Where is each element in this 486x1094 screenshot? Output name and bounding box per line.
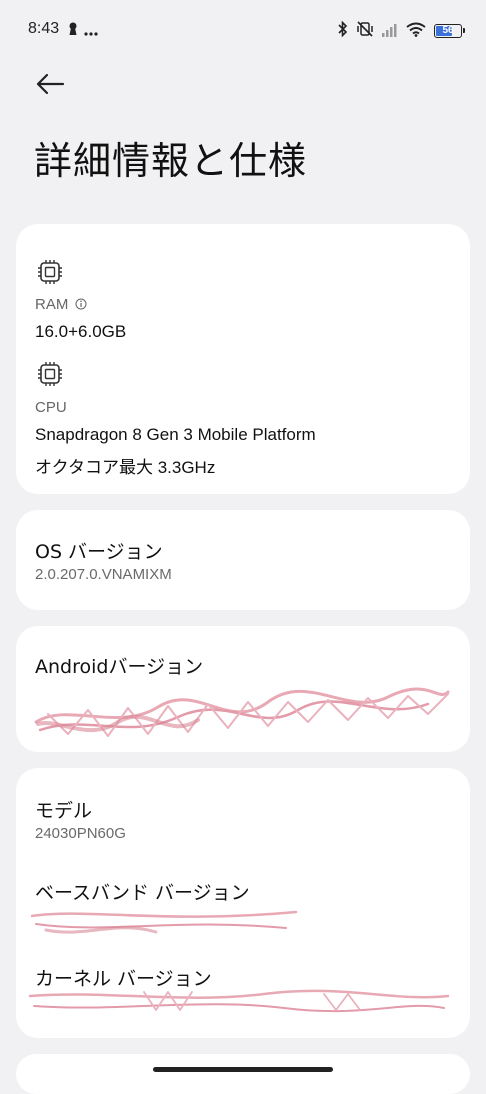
cpu-label: CPU	[35, 399, 67, 416]
status-right-icons: 56	[338, 20, 465, 41]
back-button[interactable]	[30, 66, 70, 102]
status-bar: 8:43 56	[0, 0, 486, 64]
os-version-title: OS バージョン	[35, 541, 163, 563]
bluetooth-icon	[338, 20, 348, 41]
keyhole-icon	[68, 21, 78, 40]
vibrate-off-icon	[356, 21, 374, 41]
cpu-chip-icon	[38, 362, 62, 386]
status-time: 8:43	[28, 20, 60, 37]
next-card-partial	[16, 1054, 470, 1094]
ram-value: 16.0+6.0GB	[35, 322, 127, 341]
os-version-value: 2.0.207.0.VNAMIXM	[35, 566, 172, 583]
specs-card: RAM 16.0+6.0GB CPU Snapdragon 8 Gen 3 Mo…	[16, 224, 470, 494]
baseband-title: ベースバンド バージョン	[35, 882, 250, 904]
home-indicator[interactable]	[153, 1067, 333, 1072]
os-version-card[interactable]: OS バージョン 2.0.207.0.VNAMIXM	[16, 510, 470, 610]
device-info-card: モデル 24030PN60G ベースバンド バージョン カーネル バージョン	[16, 768, 470, 1038]
model-value: 24030PN60G	[35, 825, 126, 842]
ram-label: RAM	[35, 296, 87, 313]
page-title: 詳細情報と仕様	[34, 139, 308, 183]
cpu-value-line1: Snapdragon 8 Gen 3 Mobile Platform	[35, 425, 316, 444]
ram-label-text: RAM	[35, 296, 69, 313]
status-left-icons	[68, 22, 98, 38]
signal-icon	[382, 22, 398, 41]
battery-text: 56	[442, 25, 454, 36]
battery-icon: 56	[434, 24, 465, 38]
info-circle-icon[interactable]	[75, 298, 87, 310]
kernel-title: カーネル バージョン	[35, 968, 212, 990]
wifi-icon	[406, 22, 426, 41]
back-arrow-icon	[36, 73, 65, 95]
model-title: モデル	[35, 800, 93, 822]
android-version-card[interactable]: Androidバージョン	[16, 626, 470, 752]
ram-chip-icon	[38, 260, 62, 284]
android-version-title: Androidバージョン	[35, 656, 204, 678]
more-dots-icon	[84, 21, 98, 40]
battery-tip	[463, 28, 465, 33]
cpu-value-line2: オクタコア最大 3.3GHz	[35, 458, 216, 477]
